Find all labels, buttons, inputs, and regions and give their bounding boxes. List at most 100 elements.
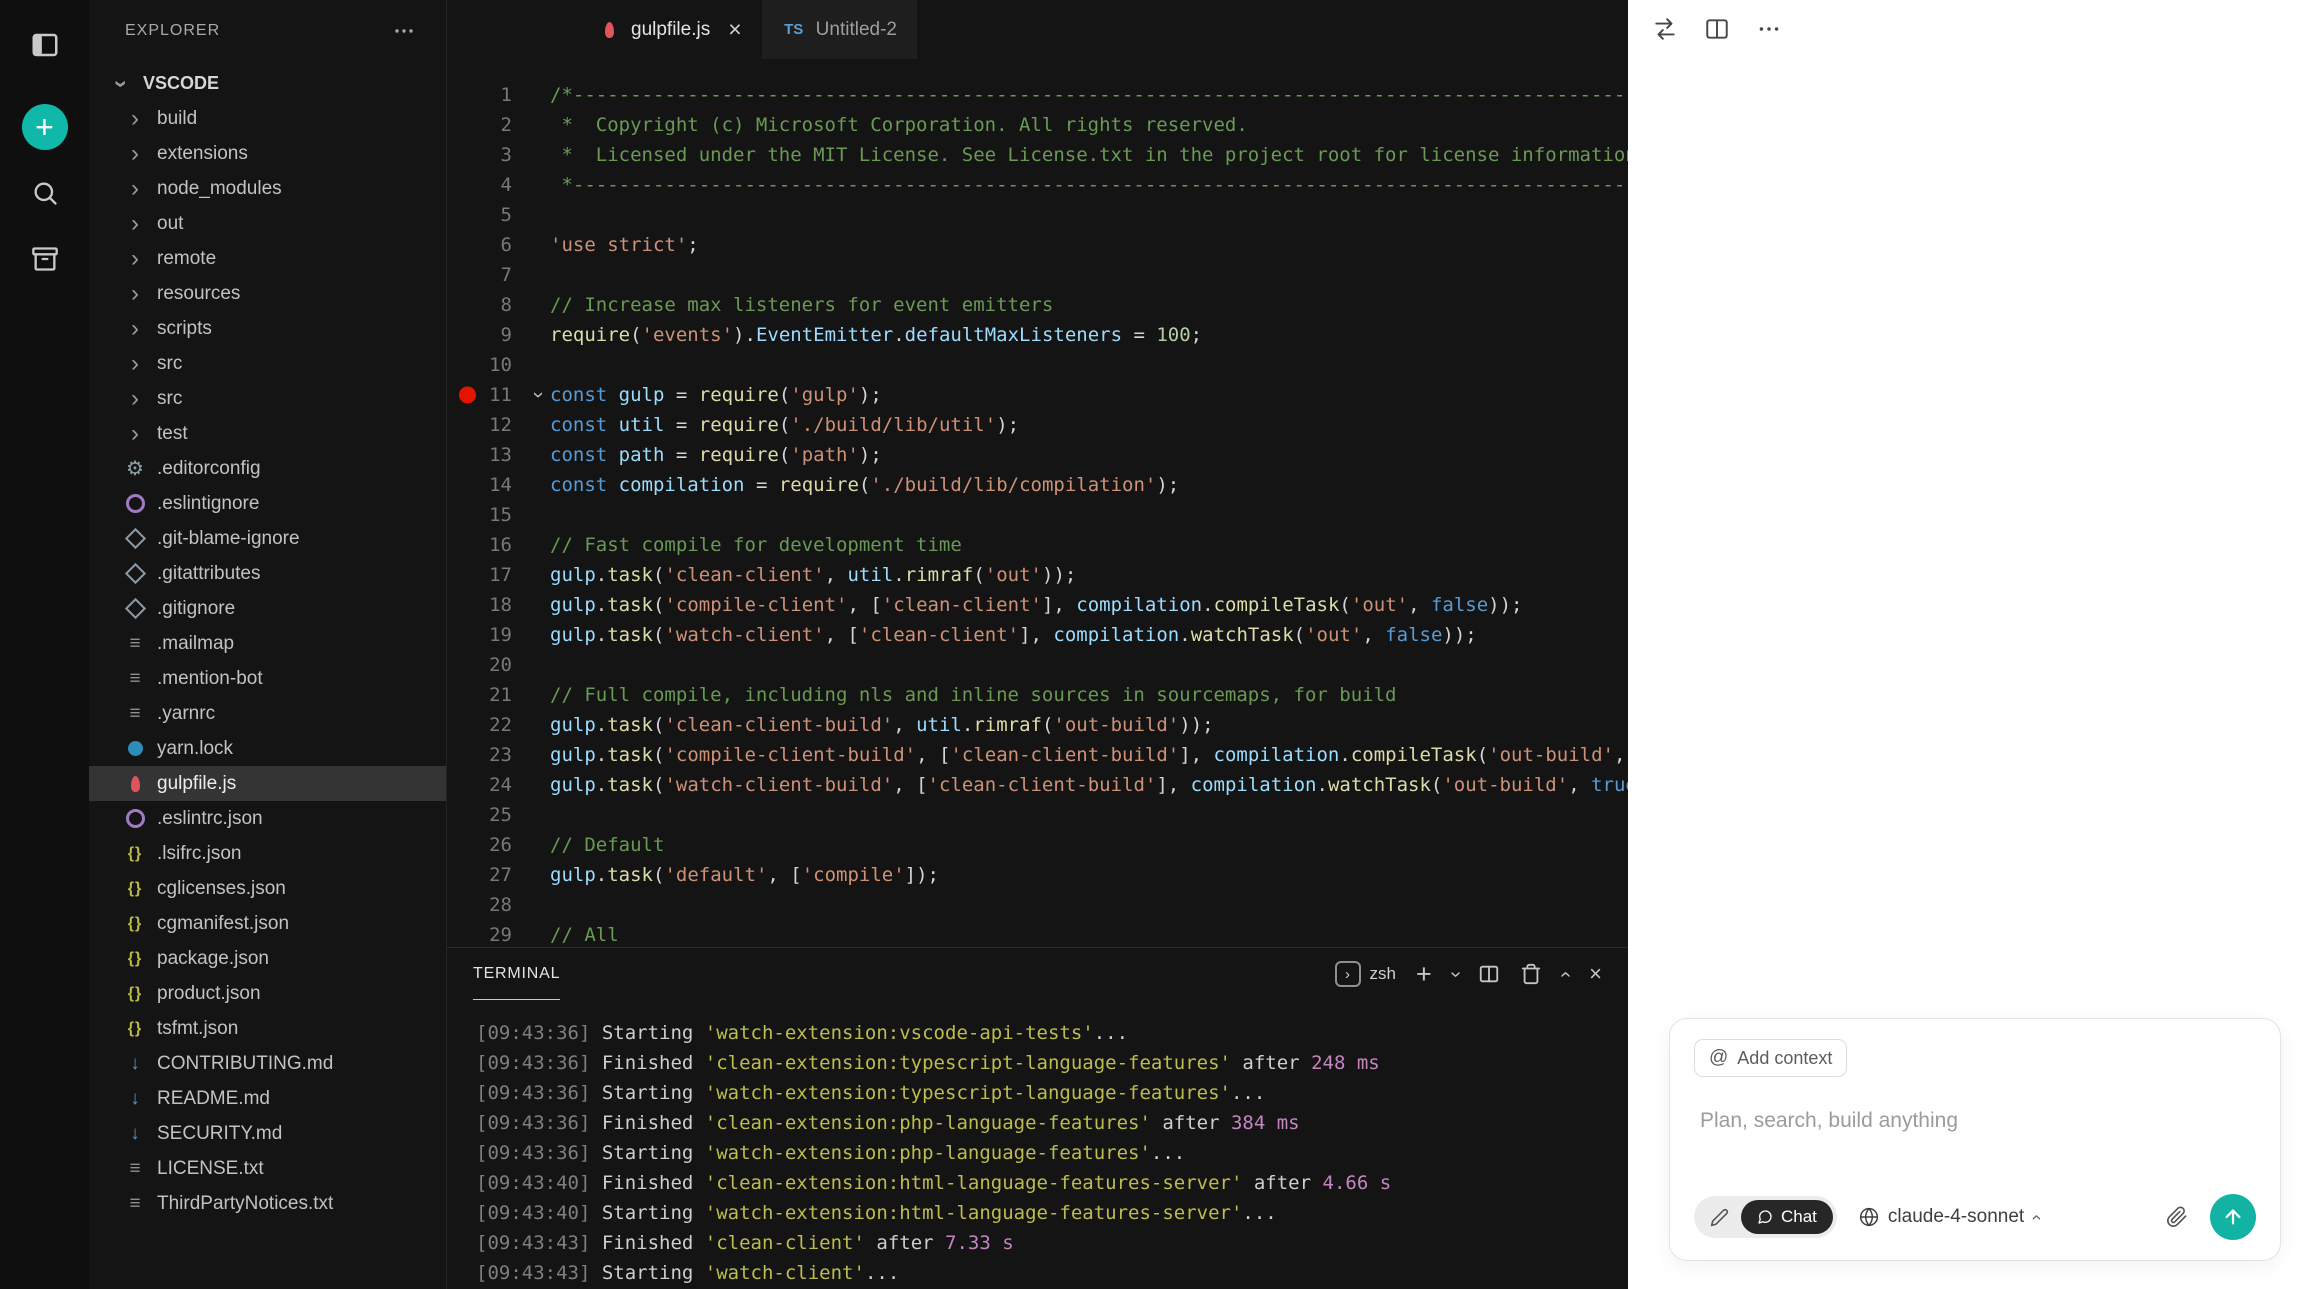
line-number[interactable]: 3	[447, 140, 550, 170]
line-number[interactable]: 8	[447, 290, 550, 320]
tree-file-mention-bot[interactable]: ≡.mention-bot	[89, 661, 446, 696]
kill-terminal-button[interactable]	[1520, 963, 1542, 985]
tree-folder-test[interactable]: ›test	[89, 416, 446, 451]
maximize-panel-button[interactable]: ›	[1562, 963, 1569, 986]
terminal-dropdown-button[interactable]: ›	[1452, 963, 1459, 986]
close-icon[interactable]: ×	[728, 16, 741, 43]
line-number[interactable]: 29	[447, 920, 550, 947]
line-number[interactable]: 2	[447, 110, 550, 140]
terminal-output[interactable]: [09:43:36] Starting 'watch-extension:vsc…	[447, 1000, 1628, 1289]
close-panel-button[interactable]: ×	[1589, 961, 1602, 987]
more-actions-icon[interactable]	[392, 19, 416, 43]
more-options-button[interactable]	[1756, 16, 1782, 42]
tab-untitled-2[interactable]: TSUntitled-2	[762, 0, 917, 59]
chat-mode-button[interactable]: Chat	[1741, 1200, 1833, 1234]
line-number[interactable]: 23	[447, 740, 550, 770]
line-number[interactable]: 7	[447, 260, 550, 290]
tree-root-vscode[interactable]: › VSCODE	[89, 66, 446, 101]
line-number[interactable]: 26	[447, 830, 550, 860]
line-number[interactable]: 20	[447, 650, 550, 680]
fold-chevron-icon[interactable]: ›	[524, 392, 554, 399]
line-number[interactable]: 24	[447, 770, 550, 800]
tree-file-mailmap[interactable]: ≡.mailmap	[89, 626, 446, 661]
model-label: claude-4-sonnet	[1888, 1206, 2024, 1228]
shell-selector[interactable]: › zsh	[1335, 961, 1396, 987]
chat-input-card[interactable]: @ Add context Plan, search, build anythi…	[1669, 1018, 2281, 1261]
tree-folder-src[interactable]: ›src	[89, 346, 446, 381]
line-number[interactable]: 28	[447, 890, 550, 920]
history-button[interactable]	[1652, 16, 1678, 42]
line-number[interactable]: 10	[447, 350, 550, 380]
tree-file-readme-md[interactable]: ↓README.md	[89, 1081, 446, 1116]
model-selector[interactable]: claude-4-sonnet ›	[1859, 1206, 2039, 1228]
line-number[interactable]: 21	[447, 680, 550, 710]
tree-file-git-blame-ignore[interactable]: .git-blame-ignore	[89, 521, 446, 556]
line-number[interactable]: 13	[447, 440, 550, 470]
tree-file-gitignore[interactable]: .gitignore	[89, 591, 446, 626]
tree-file-yarn-lock[interactable]: yarn.lock	[89, 731, 446, 766]
line-number[interactable]: 19	[447, 620, 550, 650]
line-number[interactable]: 1	[447, 80, 550, 110]
tree-file-cgmanifest-json[interactable]: {}cgmanifest.json	[89, 906, 446, 941]
line-number[interactable]: 9	[447, 320, 550, 350]
tree-file-yarnrc[interactable]: ≡.yarnrc	[89, 696, 446, 731]
code-text: gulp.task('compile-client-build', ['clea…	[550, 740, 1628, 770]
search-button[interactable]	[22, 170, 68, 216]
tree-file-tsfmt-json[interactable]: {}tsfmt.json	[89, 1011, 446, 1046]
send-button[interactable]	[2210, 1194, 2256, 1240]
line-number[interactable]: 15	[447, 500, 550, 530]
attach-button[interactable]	[2166, 1206, 2188, 1228]
tree-folder-extensions[interactable]: ›extensions	[89, 136, 446, 171]
tab-gulpfile-js[interactable]: gulpfile.js×	[577, 0, 762, 59]
new-chat-button[interactable]: +	[22, 104, 68, 150]
split-terminal-button[interactable]	[1478, 963, 1500, 985]
terminal-tab[interactable]: TERMINAL	[473, 948, 560, 1000]
tree-file-eslintrc-json[interactable]: .eslintrc.json	[89, 801, 446, 836]
line-number[interactable]: 17	[447, 560, 550, 590]
line-number[interactable]: 14	[447, 470, 550, 500]
line-number[interactable]: 16	[447, 530, 550, 560]
line-number[interactable]: 27	[447, 860, 550, 890]
tree-file-contributing-md[interactable]: ↓CONTRIBUTING.md	[89, 1046, 446, 1081]
line-number[interactable]: 11›	[447, 380, 550, 410]
tree-file-package-json[interactable]: {}package.json	[89, 941, 446, 976]
edit-mode-button[interactable]	[1698, 1201, 1741, 1234]
tree-file-lsifrc-json[interactable]: {}.lsifrc.json	[89, 836, 446, 871]
tree-folder-scripts[interactable]: ›scripts	[89, 311, 446, 346]
tree-folder-out[interactable]: ›out	[89, 206, 446, 241]
line-number[interactable]: 18	[447, 590, 550, 620]
tree-folder-resources[interactable]: ›resources	[89, 276, 446, 311]
tree-file-thirdpartynotices-txt[interactable]: ≡ThirdPartyNotices.txt	[89, 1186, 446, 1221]
tree-folder-src[interactable]: ›src	[89, 381, 446, 416]
tree-folder-node-modules[interactable]: ›node_modules	[89, 171, 446, 206]
tree-file-gitattributes[interactable]: .gitattributes	[89, 556, 446, 591]
line-number[interactable]: 22	[447, 710, 550, 740]
item-label: gulpfile.js	[157, 773, 236, 795]
line-number[interactable]: 6	[447, 230, 550, 260]
tree-file-gulpfile-js[interactable]: gulpfile.js	[89, 766, 446, 801]
archive-button[interactable]	[22, 236, 68, 282]
tree-file-cglicenses-json[interactable]: {}cglicenses.json	[89, 871, 446, 906]
app-window: + EXPLORER › VSCODE ›build›extensions›no…	[0, 0, 2320, 1289]
tree-folder-remote[interactable]: ›remote	[89, 241, 446, 276]
item-label: .gitattributes	[157, 563, 261, 585]
tree-file-security-md[interactable]: ↓SECURITY.md	[89, 1116, 446, 1151]
line-number[interactable]: 12	[447, 410, 550, 440]
new-terminal-button[interactable]: +	[1416, 959, 1432, 990]
tree-file-editorconfig[interactable]: ⚙.editorconfig	[89, 451, 446, 486]
line-number[interactable]: 25	[447, 800, 550, 830]
split-view-button[interactable]	[1704, 16, 1730, 42]
tree-file-license-txt[interactable]: ≡LICENSE.txt	[89, 1151, 446, 1186]
shell-label: zsh	[1370, 964, 1396, 984]
tree-folder-build[interactable]: ›build	[89, 101, 446, 136]
code-area[interactable]: 1/*-------------------------------------…	[447, 59, 1628, 947]
chevron-right-icon: ›	[123, 177, 147, 201]
tree-file-product-json[interactable]: {}product.json	[89, 976, 446, 1011]
line-number[interactable]: 4	[447, 170, 550, 200]
tree-file-eslintignore[interactable]: .eslintignore	[89, 486, 446, 521]
line-number[interactable]: 5	[447, 200, 550, 230]
chat-input-placeholder[interactable]: Plan, search, build anything	[1700, 1109, 2256, 1133]
breakpoint-dot[interactable]	[459, 387, 476, 404]
add-context-button[interactable]: @ Add context	[1694, 1039, 1847, 1077]
toggle-panel-button[interactable]	[22, 22, 68, 68]
